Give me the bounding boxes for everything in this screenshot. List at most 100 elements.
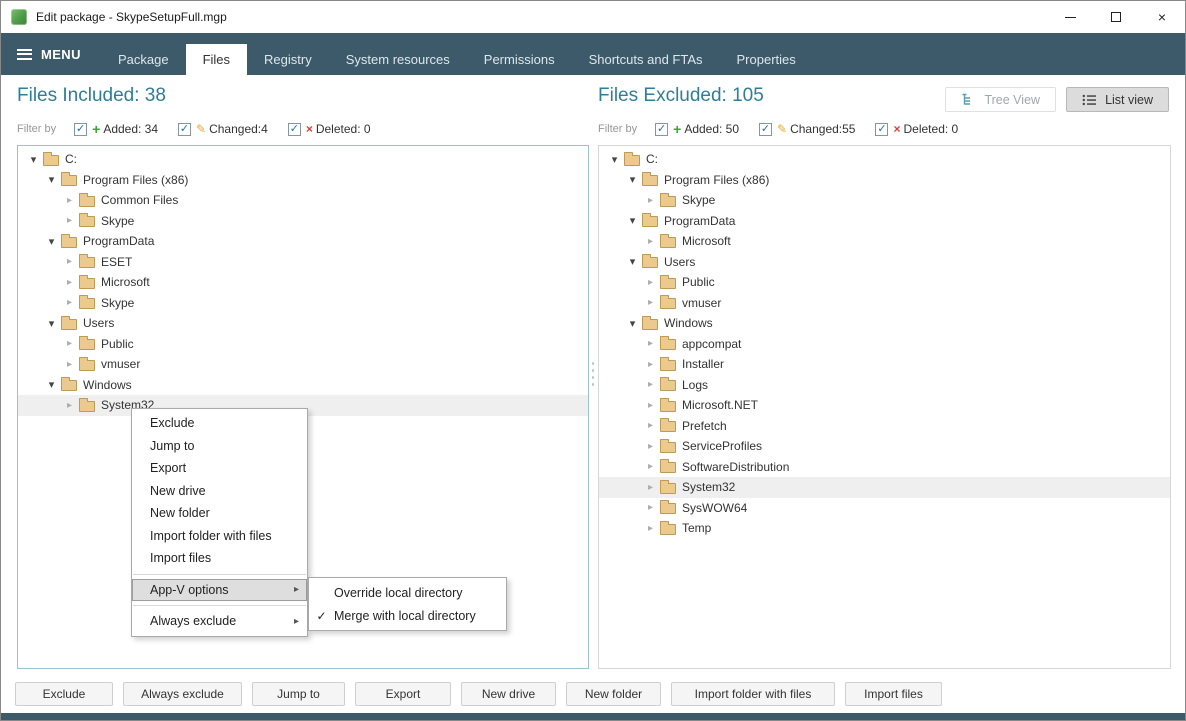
- collapse-arrow-icon[interactable]: ▾: [26, 153, 41, 166]
- tree-row-windows[interactable]: ▾ Windows: [599, 313, 1170, 334]
- tab-permissions[interactable]: Permissions: [467, 44, 572, 75]
- collapse-arrow-icon[interactable]: ▾: [44, 173, 59, 186]
- expand-arrow-icon[interactable]: ▸: [62, 215, 77, 226]
- expand-arrow-icon[interactable]: ▸: [643, 359, 658, 370]
- tree-row-programdata[interactable]: ▾ ProgramData: [18, 231, 588, 252]
- expand-arrow-icon[interactable]: ▸: [643, 297, 658, 308]
- context-menu-item-app-v-options[interactable]: App-V options ▸: [132, 578, 307, 601]
- tree-row-prefetch[interactable]: ▸ Prefetch: [599, 416, 1170, 437]
- expand-arrow-icon[interactable]: ▸: [62, 195, 77, 206]
- list-view-button[interactable]: List view: [1066, 87, 1169, 112]
- tab-shortcuts-and-ftas[interactable]: Shortcuts and FTAs: [572, 44, 720, 75]
- tree-row-microsoft[interactable]: ▸ Microsoft: [599, 231, 1170, 252]
- context-menu-item-always-exclude[interactable]: Always exclude ▸: [132, 610, 307, 633]
- context-menu-item-exclude[interactable]: Exclude: [132, 412, 307, 435]
- tree-row-softwaredistribution[interactable]: ▸ SoftwareDistribution: [599, 457, 1170, 478]
- collapse-arrow-icon[interactable]: ▾: [625, 255, 640, 268]
- context-menu-item-new-folder[interactable]: New folder: [132, 502, 307, 525]
- tree-row-public[interactable]: ▸ Public: [599, 272, 1170, 293]
- tree-row-eset[interactable]: ▸ ESET: [18, 252, 588, 273]
- menu-button[interactable]: MENU: [17, 33, 81, 75]
- tree-row-users[interactable]: ▾ Users: [599, 252, 1170, 273]
- close-button[interactable]: ×: [1139, 1, 1185, 33]
- tree-row-temp[interactable]: ▸ Temp: [599, 518, 1170, 539]
- expand-arrow-icon[interactable]: ▸: [643, 461, 658, 472]
- jump-to-button[interactable]: Jump to: [252, 682, 345, 706]
- tree-row-vmuser[interactable]: ▸ vmuser: [18, 354, 588, 375]
- tree-row-program-files-x86[interactable]: ▾ Program Files (x86): [18, 170, 588, 191]
- collapse-arrow-icon[interactable]: ▾: [44, 378, 59, 391]
- expand-arrow-icon[interactable]: ▸: [62, 338, 77, 349]
- context-menu-item-export[interactable]: Export: [132, 457, 307, 480]
- new-drive-button[interactable]: New drive: [461, 682, 556, 706]
- maximize-button[interactable]: [1093, 1, 1139, 33]
- tree-row-c[interactable]: ▾ C:: [18, 149, 588, 170]
- context-menu-item-new-drive[interactable]: New drive: [132, 480, 307, 503]
- tree-view-button[interactable]: Tree View: [945, 87, 1057, 112]
- collapse-arrow-icon[interactable]: ▾: [625, 173, 640, 186]
- collapse-arrow-icon[interactable]: ▾: [607, 153, 622, 166]
- context-menu-item-import-folder-with-files[interactable]: Import folder with files: [132, 525, 307, 548]
- submenu-item-merge-with-local-directory[interactable]: ✓ Merge with local directory: [309, 604, 506, 627]
- minimize-button[interactable]: [1047, 1, 1093, 33]
- filter-checkbox-changed[interactable]: ✓: [178, 122, 192, 136]
- tab-files[interactable]: Files: [185, 44, 248, 75]
- tree-row-skype[interactable]: ▸ Skype: [599, 190, 1170, 211]
- tree-row-windows[interactable]: ▾ Windows: [18, 375, 588, 396]
- tree-row-microsoft[interactable]: ▸ Microsoft: [18, 272, 588, 293]
- tree-row-serviceprofiles[interactable]: ▸ ServiceProfiles: [599, 436, 1170, 457]
- expand-arrow-icon[interactable]: ▸: [643, 338, 658, 349]
- expand-arrow-icon[interactable]: ▸: [62, 359, 77, 370]
- context-menu-item-jump-to[interactable]: Jump to: [132, 435, 307, 458]
- expand-arrow-icon[interactable]: ▸: [643, 420, 658, 431]
- expand-arrow-icon[interactable]: ▸: [643, 482, 658, 493]
- tree-row-public[interactable]: ▸ Public: [18, 334, 588, 355]
- expand-arrow-icon[interactable]: ▸: [62, 297, 77, 308]
- tree-row-microsoft-net[interactable]: ▸ Microsoft.NET: [599, 395, 1170, 416]
- tree-row-system32[interactable]: ▸ System32: [599, 477, 1170, 498]
- tree-row-installer[interactable]: ▸ Installer: [599, 354, 1170, 375]
- tab-properties[interactable]: Properties: [720, 44, 813, 75]
- expand-arrow-icon[interactable]: ▸: [643, 195, 658, 206]
- export-button[interactable]: Export: [355, 682, 451, 706]
- files-excluded-tree[interactable]: ▾ C: ▾ Program Files (x86) ▸ Skype ▾ ProgramDat…: [598, 145, 1171, 669]
- expand-arrow-icon[interactable]: ▸: [62, 277, 77, 288]
- filter-checkbox-added[interactable]: ✓: [74, 122, 88, 136]
- tree-row-program-files-x86[interactable]: ▾ Program Files (x86): [599, 170, 1170, 191]
- filter-checkbox-changed[interactable]: ✓: [759, 122, 773, 136]
- import-folder-with-files-button[interactable]: Import folder with files: [671, 682, 835, 706]
- filter-checkbox-deleted[interactable]: ✓: [875, 122, 889, 136]
- collapse-arrow-icon[interactable]: ▾: [44, 317, 59, 330]
- expand-arrow-icon[interactable]: ▸: [643, 502, 658, 513]
- tree-row-users[interactable]: ▾ Users: [18, 313, 588, 334]
- tree-row-vmuser[interactable]: ▸ vmuser: [599, 293, 1170, 314]
- always-exclude-button[interactable]: Always exclude: [123, 682, 242, 706]
- tree-row-programdata[interactable]: ▾ ProgramData: [599, 211, 1170, 232]
- collapse-arrow-icon[interactable]: ▾: [44, 235, 59, 248]
- tree-row-syswow64[interactable]: ▸ SysWOW64: [599, 498, 1170, 519]
- expand-arrow-icon[interactable]: ▸: [62, 256, 77, 267]
- expand-arrow-icon[interactable]: ▸: [62, 400, 77, 411]
- collapse-arrow-icon[interactable]: ▾: [625, 214, 640, 227]
- expand-arrow-icon[interactable]: ▸: [643, 379, 658, 390]
- filter-checkbox-added[interactable]: ✓: [655, 122, 669, 136]
- tab-package[interactable]: Package: [101, 44, 186, 75]
- filter-checkbox-deleted[interactable]: ✓: [287, 122, 301, 136]
- tab-registry[interactable]: Registry: [247, 44, 329, 75]
- expand-arrow-icon[interactable]: ▸: [643, 400, 658, 411]
- expand-arrow-icon[interactable]: ▸: [643, 277, 658, 288]
- tree-row-common-files[interactable]: ▸ Common Files: [18, 190, 588, 211]
- tab-system-resources[interactable]: System resources: [329, 44, 467, 75]
- exclude-button[interactable]: Exclude: [15, 682, 113, 706]
- expand-arrow-icon[interactable]: ▸: [643, 523, 658, 534]
- tree-row-c[interactable]: ▾ C:: [599, 149, 1170, 170]
- expand-arrow-icon[interactable]: ▸: [643, 441, 658, 452]
- new-folder-button[interactable]: New folder: [566, 682, 661, 706]
- panel-splitter[interactable]: [590, 362, 596, 386]
- tree-row-skype[interactable]: ▸ Skype: [18, 293, 588, 314]
- expand-arrow-icon[interactable]: ▸: [643, 236, 658, 247]
- import-files-button[interactable]: Import files: [845, 682, 942, 706]
- tree-row-skype[interactable]: ▸ Skype: [18, 211, 588, 232]
- tree-row-logs[interactable]: ▸ Logs: [599, 375, 1170, 396]
- collapse-arrow-icon[interactable]: ▾: [625, 317, 640, 330]
